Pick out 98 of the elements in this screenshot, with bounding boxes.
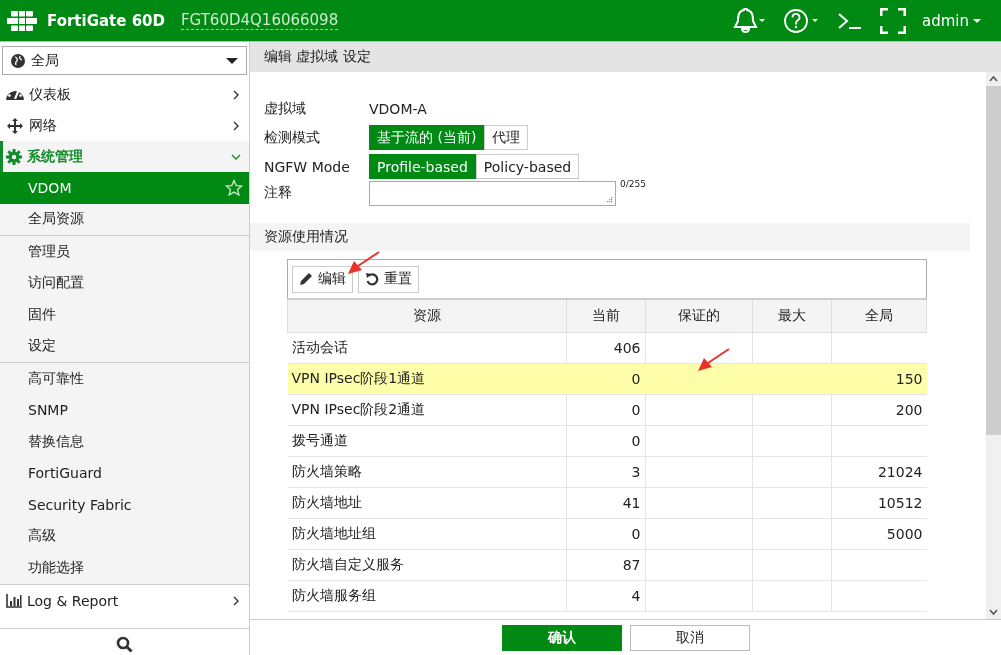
nav-item[interactable]: 仪表板 — [0, 79, 249, 110]
caret-icon — [226, 57, 238, 64]
section-header: 资源使用情况 — [250, 223, 970, 251]
table-cell: 防火墙地址 — [291, 494, 362, 510]
table-cell: 防火墙地址组 — [291, 525, 376, 541]
search-icon — [116, 635, 133, 653]
table-row[interactable]: 防火墙服务组 4 — [287, 580, 927, 612]
table-row[interactable]: VPN IPsec阶段2通道 0 200 — [287, 394, 927, 426]
nav-item[interactable]: 系统管理 — [0, 141, 249, 172]
nav-subitem[interactable]: 访问配置 — [0, 267, 249, 299]
cancel-button[interactable]: 取消 — [629, 624, 750, 651]
table-cell: VPN IPsec阶段1通道 — [291, 370, 426, 386]
nav-item[interactable]: Log & Report — [0, 584, 249, 617]
table-cell: 防火墙自定义服务 — [291, 556, 404, 572]
nav-subitem[interactable]: Security Fabric — [0, 489, 249, 521]
chevron-right-icon — [231, 89, 241, 100]
column-header[interactable]: 资源 — [287, 299, 566, 333]
nav-subitem[interactable]: VDOM — [0, 172, 249, 204]
table-cell: VPN IPsec阶段2通道 — [291, 401, 426, 417]
table-cell: 0 — [631, 526, 641, 542]
globe-icon — [11, 53, 25, 68]
dashboard-icon — [6, 89, 24, 100]
gear-icon — [6, 148, 22, 165]
star-icon[interactable] — [225, 178, 243, 197]
reset-button[interactable]: 重置 — [358, 265, 419, 293]
table-cell: 防火墙服务组 — [291, 587, 376, 603]
annotation-arrow — [346, 251, 380, 277]
table-cell: 防火墙策略 — [291, 463, 362, 479]
table-row[interactable]: 防火墙策略 3 21024 — [287, 456, 927, 488]
column-header[interactable]: 全局 — [831, 299, 927, 333]
table-cell: 活动会话 — [291, 339, 348, 355]
mode-toggle[interactable]: Profile-based — [369, 154, 476, 179]
nav-subitem[interactable]: 固件 — [0, 299, 249, 331]
ok-button[interactable]: 确认 — [501, 624, 622, 651]
mode-toggle[interactable]: 代理 — [484, 125, 529, 150]
nav-subitem[interactable]: 管理员 — [0, 236, 249, 268]
edit-button[interactable]: 编辑 — [292, 265, 353, 293]
console-icon[interactable] — [838, 10, 862, 31]
table-row[interactable]: 防火墙地址 41 10512 — [287, 487, 927, 519]
nav-subitem[interactable]: 高级 — [0, 520, 249, 552]
nav-subitem[interactable]: 功能选择 — [0, 552, 249, 584]
resize-grip-icon — [606, 196, 613, 203]
scope-dropdown[interactable]: 全局 — [2, 46, 247, 75]
chevron-right-icon — [231, 595, 241, 606]
scrollbar-thumb[interactable] — [986, 86, 1001, 435]
table-cell: 21024 — [877, 464, 923, 480]
table-cell: 10512 — [877, 495, 923, 511]
comment-field[interactable] — [369, 181, 616, 206]
table-cell: 0 — [631, 402, 641, 418]
vdom-name: VDOM-A — [369, 100, 427, 117]
bell-icon[interactable] — [732, 7, 766, 34]
table-cell: 3 — [631, 464, 641, 480]
field-label: 注释 — [264, 184, 293, 202]
field-label: 检测模式 — [264, 128, 321, 147]
table-row[interactable]: 防火墙地址组 0 5000 — [287, 518, 927, 550]
undo-icon — [365, 272, 379, 286]
table-cell: 87 — [622, 557, 641, 573]
nav-subitem[interactable]: 高可靠性 — [0, 363, 249, 395]
table-cell: 4 — [631, 588, 641, 604]
bar-chart-icon — [6, 593, 22, 608]
nav-subitem[interactable]: FortiGuard — [0, 457, 249, 489]
nav-subitem[interactable]: 设定 — [0, 330, 249, 362]
table-cell: 0 — [631, 371, 641, 387]
serial-number[interactable]: FGT60D4Q16066098 — [181, 11, 339, 30]
table-cell: 0 — [631, 433, 641, 449]
nav-subitem[interactable]: 全局资源 — [0, 203, 249, 235]
nav-subitem[interactable]: 替换信息 — [0, 426, 249, 458]
table-cell: 150 — [895, 371, 923, 387]
field-label: NGFW Mode — [264, 158, 351, 175]
table-row[interactable]: 防火墙自定义服务 87 — [287, 549, 927, 581]
mode-toggle[interactable]: 基于流的 (当前) — [369, 125, 485, 150]
nav-subitem[interactable]: SNMP — [0, 394, 249, 426]
field-label: 虚拟域 — [264, 99, 307, 118]
table-row[interactable]: 活动会话 406 — [287, 332, 927, 364]
column-header[interactable]: 最大 — [752, 299, 831, 333]
column-header[interactable]: 当前 — [566, 299, 645, 333]
page-title: 编辑 虚拟域 设定 — [250, 42, 1001, 72]
user-menu[interactable]: admin — [922, 11, 981, 30]
move-arrows-icon — [6, 116, 24, 135]
table-cell: 406 — [613, 340, 641, 356]
help-icon[interactable] — [784, 7, 820, 34]
scrollbar[interactable] — [986, 72, 1001, 619]
fullscreen-icon[interactable] — [880, 7, 906, 34]
table-cell: 200 — [895, 402, 923, 418]
character-counter: 0/255 — [620, 179, 646, 189]
chevron-right-icon — [231, 120, 241, 131]
table-cell: 5000 — [886, 526, 923, 542]
column-header[interactable]: 保证的 — [645, 299, 752, 333]
table-row[interactable]: 拨号通道 0 — [287, 425, 927, 457]
pencil-icon — [299, 272, 313, 286]
mode-toggle[interactable]: Policy-based — [475, 154, 580, 179]
table-cell: 41 — [622, 495, 641, 511]
table-row[interactable]: VPN IPsec阶段1通道 0 150 — [287, 363, 927, 395]
product-name: FortiGate 60D — [47, 11, 165, 30]
nav-item[interactable]: 网络 — [0, 110, 249, 141]
annotation-arrow — [696, 348, 730, 374]
table-cell: 拨号通道 — [291, 432, 348, 448]
logo-icon — [7, 10, 37, 31]
